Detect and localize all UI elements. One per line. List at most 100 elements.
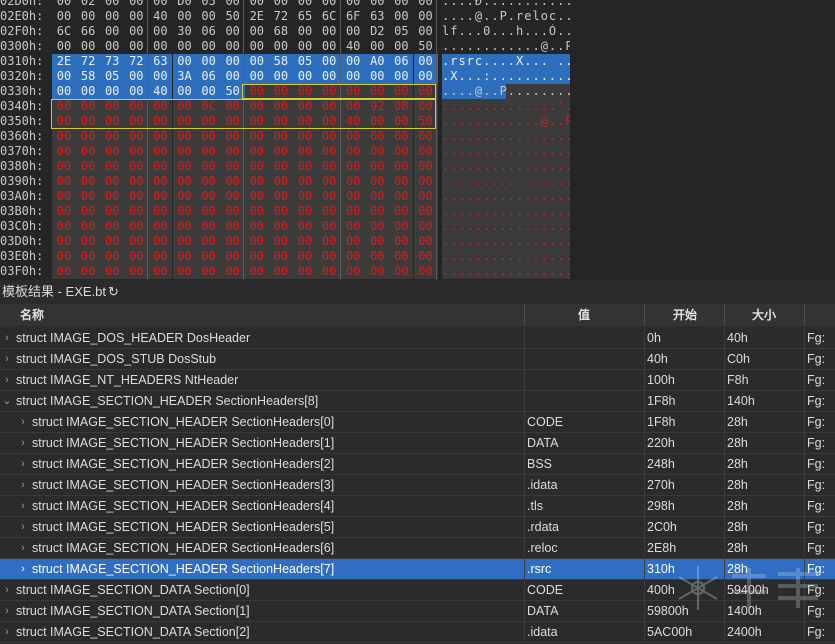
hex-byte[interactable]: 00	[148, 189, 173, 204]
hex-byte[interactable]: 00	[172, 264, 197, 279]
hex-byte[interactable]: 66	[76, 24, 100, 39]
hex-byte[interactable]: 02	[76, 0, 100, 9]
hex-byte[interactable]: 00	[341, 54, 366, 69]
hex-byte[interactable]: 00	[293, 234, 317, 249]
hex-byte[interactable]: 00	[124, 234, 149, 249]
hex-byte[interactable]: 00	[100, 39, 124, 54]
hex-ascii[interactable]: ....@..P........	[442, 84, 570, 99]
hex-byte[interactable]: 00	[365, 159, 390, 174]
hex-byte[interactable]: 00	[389, 39, 413, 54]
hex-byte[interactable]: 00	[52, 129, 76, 144]
hex-row[interactable]: 0360h: 00 00 00 00 00 00 00 00 00 00 00 00 00 00 00 00..…	[0, 129, 835, 144]
hex-byte[interactable]: 00	[365, 39, 389, 54]
hex-ascii[interactable]: ................	[442, 234, 570, 249]
hex-byte[interactable]: 00	[293, 69, 317, 84]
hex-byte[interactable]: 00	[124, 159, 149, 174]
hex-byte[interactable]: 73	[100, 54, 125, 69]
hex-byte[interactable]: 00	[76, 234, 101, 249]
hex-byte[interactable]: 00	[197, 39, 221, 54]
hex-byte[interactable]: 30	[173, 24, 197, 39]
hex-byte[interactable]: 00	[244, 204, 269, 219]
hex-byte[interactable]: 00	[341, 204, 366, 219]
hex-byte[interactable]: 00	[172, 219, 197, 234]
hex-byte[interactable]: 00	[76, 9, 100, 24]
hex-byte[interactable]: 00	[317, 189, 342, 204]
hex-row[interactable]: 02E0h: 00 00 00 00 40 00 00 50 2E 72 65 6C 6F 63 00 00..…	[0, 9, 835, 24]
hex-byte[interactable]: 00	[389, 159, 414, 174]
hex-byte[interactable]: 00	[100, 0, 124, 9]
hex-byte[interactable]: 00	[244, 54, 269, 69]
hex-byte[interactable]: 00	[220, 129, 245, 144]
hex-byte[interactable]: 00	[148, 219, 173, 234]
hex-ascii[interactable]: ............@..P	[442, 114, 570, 129]
hex-byte[interactable]: 00	[220, 234, 245, 249]
hex-byte[interactable]: 00	[196, 249, 221, 264]
hex-editor-pane[interactable]: 02D0h: 00 02 00 00 00 D0 05 00 00 00 00 00 00 00 00 00..…	[0, 0, 835, 280]
hex-ascii[interactable]: ................	[442, 204, 570, 219]
hex-byte[interactable]: 00	[414, 0, 438, 9]
template-row[interactable]: › struct IMAGE_SECTION_HEADER SectionHead…	[0, 433, 835, 454]
template-row[interactable]: › struct IMAGE_SECTION_HEADER SectionHead…	[0, 538, 835, 559]
template-row[interactable]: › struct IMAGE_SECTION_HEADER SectionHead…	[0, 475, 835, 496]
hex-byte[interactable]: 00	[365, 174, 390, 189]
hex-byte[interactable]: 50	[221, 9, 245, 24]
hex-byte[interactable]: 00	[52, 189, 76, 204]
hex-byte[interactable]: 00	[124, 9, 148, 24]
hex-byte[interactable]: 00	[76, 219, 101, 234]
hex-byte[interactable]: 06	[196, 69, 221, 84]
hex-byte[interactable]: 00	[389, 129, 414, 144]
hex-byte[interactable]: 00	[341, 159, 366, 174]
refresh-icon[interactable]: ↻	[108, 280, 119, 304]
hex-byte[interactable]: 00	[100, 159, 125, 174]
hex-byte[interactable]: 00	[124, 129, 149, 144]
hex-byte[interactable]: 00	[293, 144, 317, 159]
hex-ascii[interactable]: ..............'..	[442, 99, 570, 114]
hex-byte[interactable]: 00	[317, 129, 342, 144]
chevron-right-icon[interactable]: ›	[18, 517, 28, 538]
hex-byte[interactable]: 00	[317, 69, 342, 84]
hex-row[interactable]: 03B0h: 00 00 00 00 00 00 00 00 00 00 00 00 00 00 00 00..…	[0, 204, 835, 219]
hex-byte[interactable]: 00	[76, 174, 101, 189]
hex-byte[interactable]: 00	[148, 204, 173, 219]
hex-byte[interactable]: 00	[268, 204, 293, 219]
hex-byte[interactable]: 00	[196, 234, 221, 249]
hex-byte[interactable]: 00	[221, 39, 245, 54]
hex-byte[interactable]: 00	[220, 219, 245, 234]
hex-ascii[interactable]: ................	[442, 264, 570, 279]
hex-byte[interactable]: 00	[148, 39, 172, 54]
template-row[interactable]: › struct IMAGE_DOS_HEADER DosHeader 0h 40h F…	[0, 328, 835, 349]
hex-byte[interactable]: 00	[413, 264, 438, 279]
template-row[interactable]: ⌄ struct IMAGE_SECTION_HEADER SectionHead…	[0, 391, 835, 412]
hex-byte[interactable]: 00	[172, 129, 197, 144]
hex-ascii[interactable]: ................	[442, 219, 570, 234]
hex-byte[interactable]: 00	[317, 264, 342, 279]
hex-byte[interactable]: 00	[293, 24, 317, 39]
chevron-right-icon[interactable]: ›	[2, 370, 12, 391]
hex-byte[interactable]: 00	[196, 159, 221, 174]
hex-byte[interactable]: 00	[196, 219, 221, 234]
hex-byte[interactable]: 00	[76, 39, 100, 54]
hex-byte[interactable]: 00	[148, 249, 173, 264]
hex-byte[interactable]: 00	[293, 219, 317, 234]
hex-byte[interactable]: 00	[52, 39, 76, 54]
hex-byte[interactable]: 00	[244, 129, 269, 144]
hex-byte[interactable]: 00	[341, 144, 366, 159]
hex-row[interactable]: 02D0h: 00 02 00 00 00 D0 05 00 00 00 00 00 00 00 00 00..…	[0, 0, 835, 9]
hex-byte[interactable]: 00	[148, 0, 172, 9]
hex-byte[interactable]: 00	[148, 234, 173, 249]
hex-ascii[interactable]: .rsrc....X... ..	[442, 54, 570, 69]
hex-byte[interactable]: 00	[293, 189, 317, 204]
hex-row[interactable]: 03E0h: 00 00 00 00 00 00 00 00 00 00 00 00 00 00 00 00..…	[0, 249, 835, 264]
hex-row[interactable]: 02F0h: 6C 66 00 00 00 30 06 00 00 68 00 00 00 D2 05 00 lf…	[0, 24, 835, 39]
hex-byte[interactable]: 00	[389, 144, 414, 159]
hex-byte[interactable]: 00	[268, 174, 293, 189]
hex-byte[interactable]: 00	[245, 0, 269, 9]
hex-row[interactable]: 03F0h: 00 00 00 00 00 00 00 00 00 00 00 00 00 00 00 00..…	[0, 264, 835, 279]
hex-byte[interactable]: 00	[100, 264, 125, 279]
hex-byte[interactable]: 00	[413, 159, 438, 174]
hex-byte[interactable]: 00	[196, 204, 221, 219]
hex-byte[interactable]: 00	[365, 249, 390, 264]
hex-byte[interactable]: 05	[293, 54, 317, 69]
template-row[interactable]: › struct IMAGE_SECTION_DATA Section[2] .id…	[0, 622, 835, 643]
hex-byte[interactable]: 00	[52, 204, 76, 219]
